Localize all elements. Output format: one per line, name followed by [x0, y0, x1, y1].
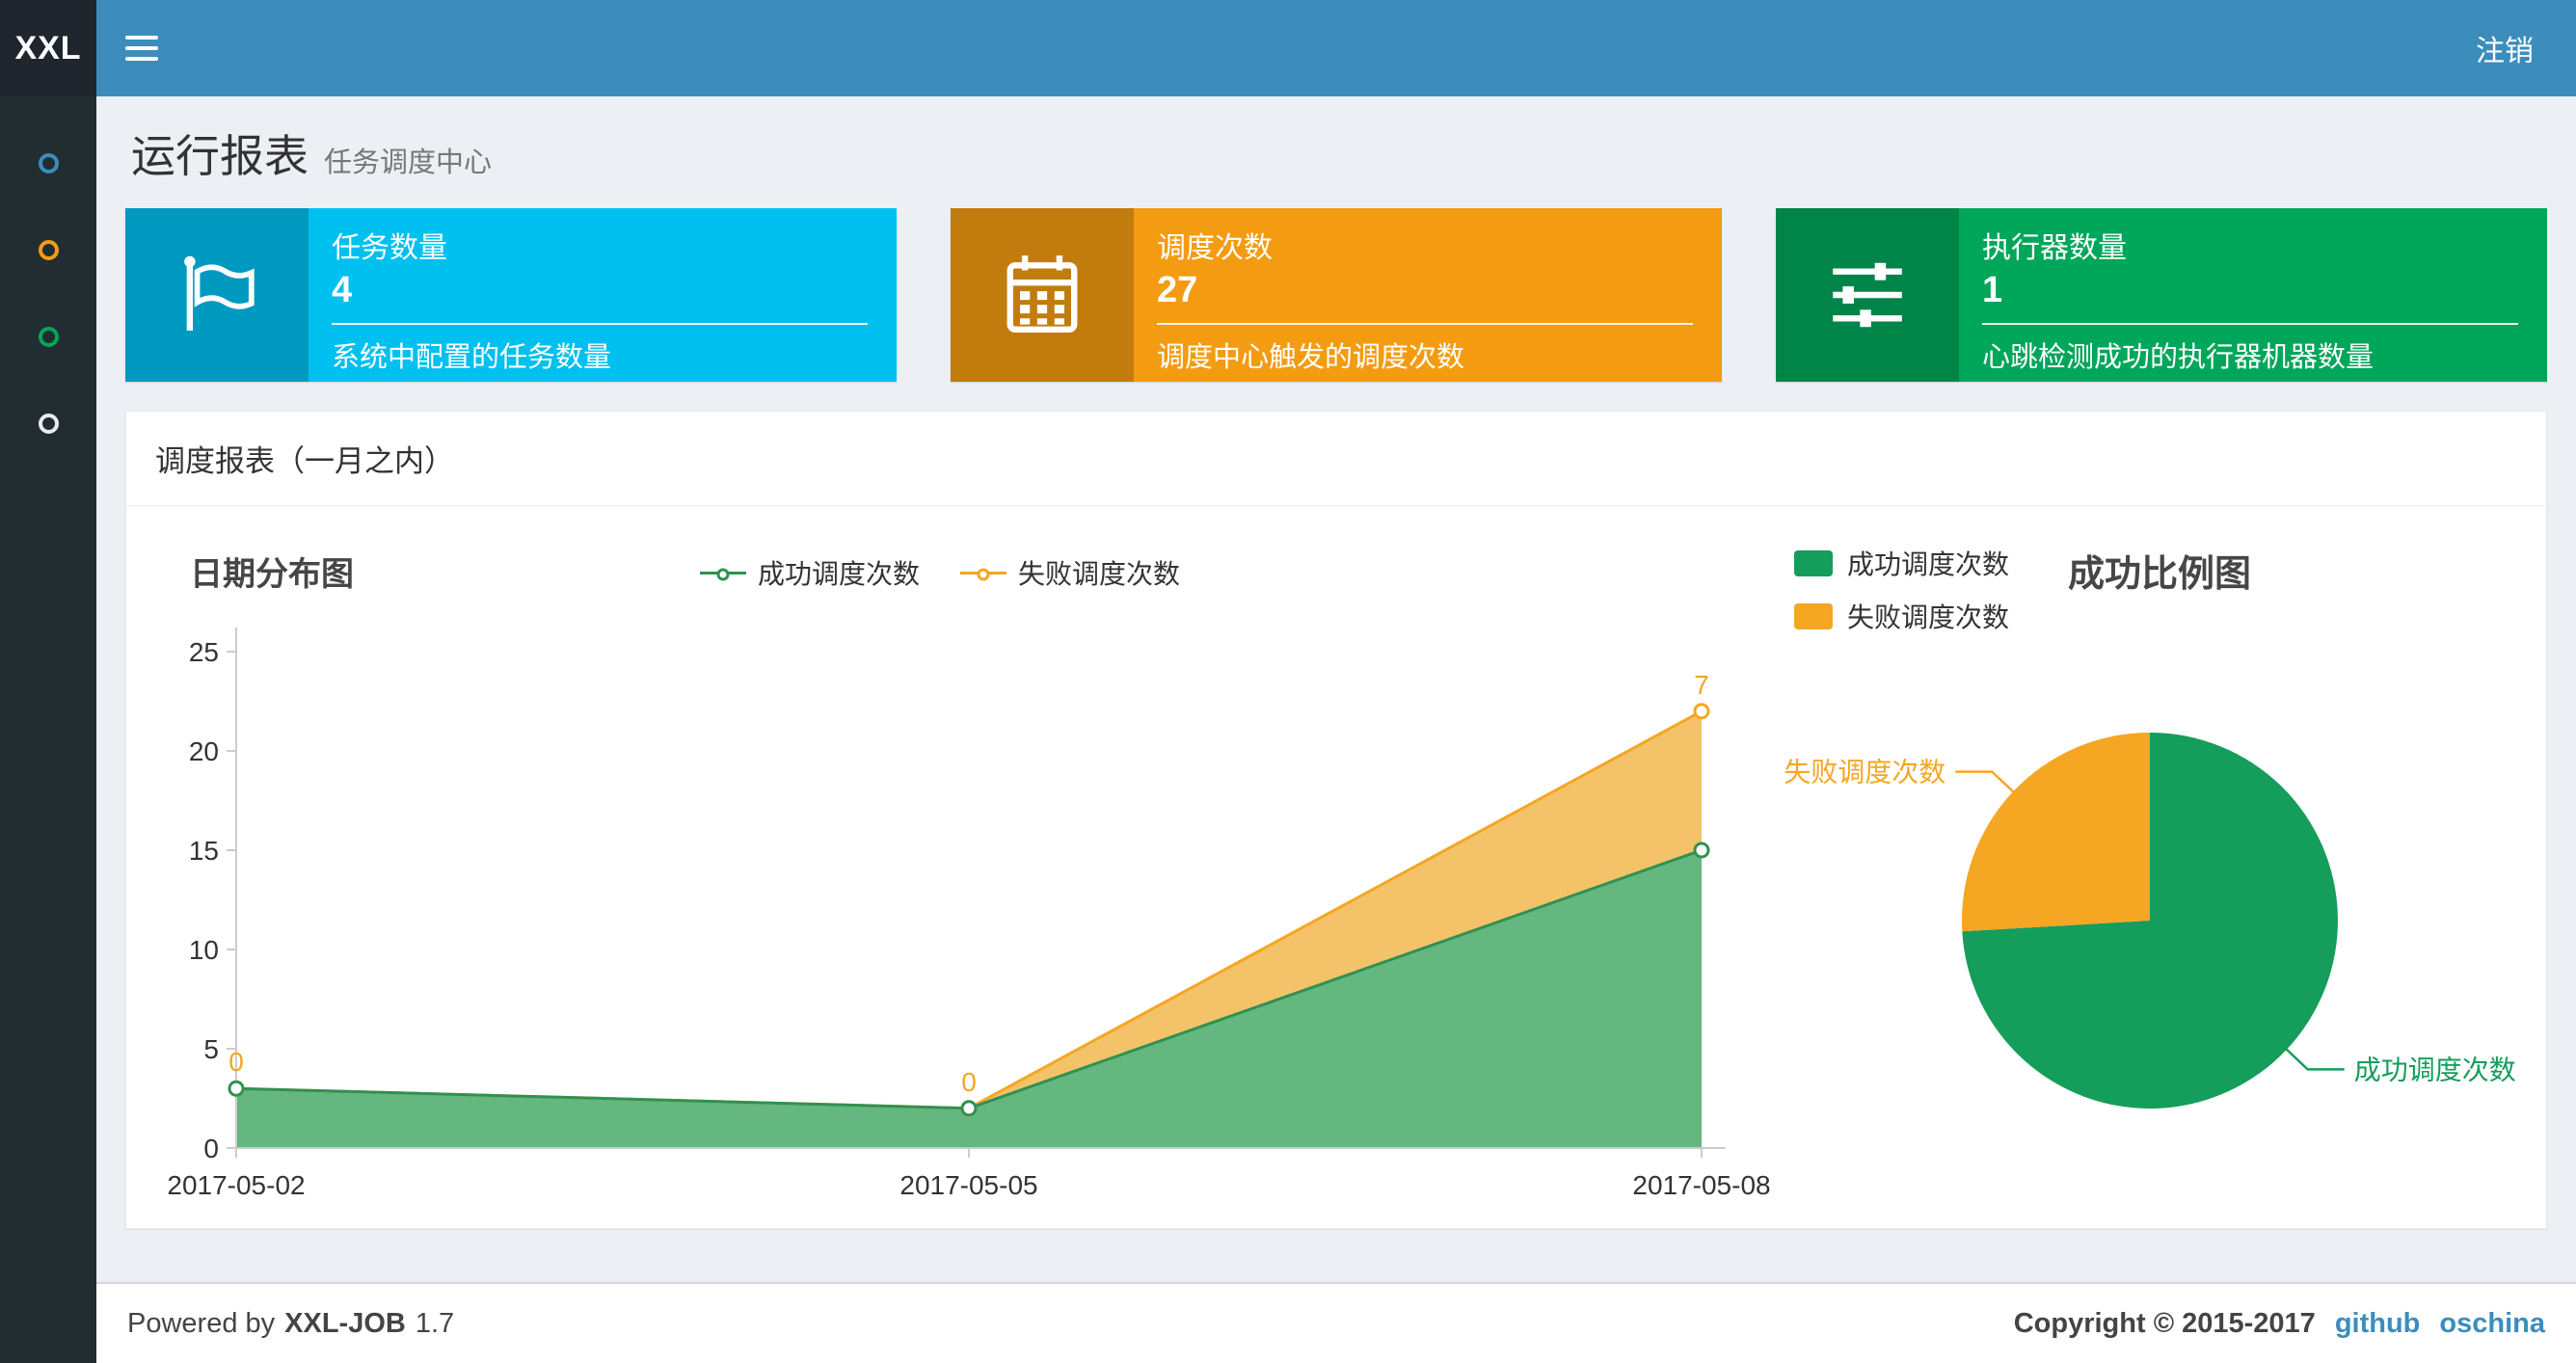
svg-text:0: 0	[203, 1134, 219, 1163]
info-box-description: 心跳检测成功的执行器机器数量	[1982, 342, 2375, 373]
line-chart: 05101520252017-05-02 2017-05-05 2017-05-08…	[167, 628, 1771, 1200]
divider	[1157, 323, 1693, 325]
app-logo[interactable]: XXL	[0, 0, 96, 96]
svg-text:失败调度次数: 失败调度次数	[1784, 758, 1945, 788]
sidebar-item-dispatch-log[interactable]	[0, 293, 96, 380]
info-box-content: 执行器数量 1 心跳检测成功的执行器机器数量	[1959, 208, 2547, 382]
svg-text:2017-05-05: 2017-05-05	[899, 1170, 1037, 1200]
version-text: 1.7	[415, 1307, 455, 1339]
svg-text:2017-05-02: 2017-05-02	[167, 1170, 305, 1200]
info-box-description: 调度中心触发的调度次数	[1157, 342, 1465, 373]
hamburger-icon	[125, 57, 158, 61]
summary-boxes: 任务数量 4 系统中配置的任务数量 调度次数 27 调度中心触发的调度次数 执行…	[125, 208, 2547, 382]
legend-item-fail[interactable]: 失败调度次数	[960, 553, 1180, 592]
sidebar-toggle-button[interactable]	[96, 0, 187, 96]
legend-label: 成功调度次数	[757, 559, 920, 589]
copyright-text: Copyright © 2015-2017	[2013, 1307, 2316, 1339]
divider	[332, 323, 868, 325]
line-chart-legend: 成功调度次数 失败调度次数	[699, 553, 1180, 592]
pie-chart-legend: 成功调度次数 失败调度次数	[1794, 544, 2009, 635]
circle-icon	[38, 152, 59, 174]
info-box-value: 27	[1157, 270, 1198, 310]
legend-label: 成功调度次数	[1847, 549, 2010, 579]
main-layout: 运行报表 任务调度中心 任务数量 4 系统中配置的任务数量 调度次数 27 调度…	[0, 96, 2576, 1363]
sidebar-item-run-report[interactable]	[0, 120, 96, 206]
circle-icon	[38, 413, 59, 434]
powered-by: Powered by XXL-JOB 1.7	[127, 1308, 454, 1340]
svg-text:10: 10	[189, 935, 219, 965]
line-marker-icon	[960, 568, 1006, 580]
pie-chart: 成功调度次数 失败调度次数	[1784, 733, 2516, 1109]
circle-icon	[38, 239, 59, 260]
info-box-job-count: 任务数量 4 系统中配置的任务数量	[125, 208, 897, 382]
info-box-content: 调度次数 27 调度中心触发的调度次数	[1134, 208, 1722, 382]
app-window: XXL 注销 运行报表 任务调度中心 任务数量 4 系统中配置的任务数量 调度次…	[0, 0, 2576, 1363]
calendar-icon	[951, 208, 1134, 382]
circle-icon	[38, 326, 59, 347]
sidebar-item-job-manage[interactable]	[0, 206, 96, 293]
github-link[interactable]: github	[2335, 1308, 2421, 1340]
svg-text:5: 5	[203, 1034, 219, 1064]
hamburger-icon	[125, 46, 158, 50]
svg-text:0: 0	[961, 1067, 977, 1097]
svg-text:25: 25	[189, 637, 219, 667]
footer: Powered by XXL-JOB 1.7 Copyright © 2015-…	[96, 1282, 2576, 1363]
hamburger-icon	[125, 36, 158, 40]
main-content: 运行报表 任务调度中心 任务数量 4 系统中配置的任务数量 调度次数 27 调度…	[96, 96, 2576, 1282]
oschina-link[interactable]: oschina	[2439, 1308, 2545, 1340]
info-box-description: 系统中配置的任务数量	[332, 342, 612, 373]
svg-text:成功调度次数: 成功调度次数	[2354, 1055, 2516, 1084]
logout-link[interactable]: 注销	[2433, 0, 2576, 96]
info-box-executor-count: 执行器数量 1 心跳检测成功的执行器机器数量	[1776, 208, 2547, 382]
copyright-links: Copyright © 2015-2017 github oschina	[2014, 1308, 2545, 1340]
info-box-value: 1	[1982, 270, 2003, 310]
svg-text:15: 15	[189, 836, 219, 866]
svg-text:20: 20	[189, 736, 219, 766]
top-navbar: XXL 注销	[0, 0, 2576, 96]
page-title: 运行报表	[131, 131, 309, 181]
info-box-label: 执行器数量	[1982, 232, 2127, 264]
svg-text:0: 0	[228, 1047, 244, 1077]
page-subtitle: 任务调度中心	[324, 147, 493, 178]
info-box-trigger-count: 调度次数 27 调度中心触发的调度次数	[951, 208, 1722, 382]
ring-icon	[716, 568, 730, 580]
sliders-icon	[1776, 208, 1959, 382]
page-header: 运行报表 任务调度中心	[131, 121, 2541, 185]
legend-swatch-icon	[1794, 602, 1833, 629]
legend-label: 失败调度次数	[1847, 602, 2010, 632]
line-chart-region: 日期分布图 成功调度次数 失败调度次数 0 5 10 15 20 25 2017…	[140, 521, 1770, 1209]
panel-title: 调度报表（一月之内）	[126, 412, 2546, 507]
legend-label: 失败调度次数	[1018, 559, 1181, 589]
pie-chart-region: 成功调度次数 失败调度次数 成功比例图 成功调度次数 失败调度次数	[1740, 521, 2538, 1209]
info-box-label: 调度次数	[1157, 232, 1273, 264]
sidebar	[0, 96, 96, 1363]
info-box-value: 4	[332, 270, 353, 310]
legend-item-success[interactable]: 成功调度次数	[699, 553, 920, 592]
legend-swatch-icon	[1794, 549, 1833, 576]
info-box-label: 任务数量	[332, 232, 447, 264]
brand-name: XXL-JOB	[284, 1307, 406, 1339]
content-area: 运行报表 任务调度中心 任务数量 4 系统中配置的任务数量 调度次数 27 调度…	[96, 96, 2576, 1363]
powered-by-text: Powered by	[127, 1307, 276, 1339]
legend-item-fail[interactable]: 失败调度次数	[1794, 597, 2009, 635]
flag-icon	[125, 208, 309, 382]
sidebar-item-help[interactable]	[0, 380, 96, 467]
line-marker-icon	[699, 568, 746, 580]
legend-item-success[interactable]: 成功调度次数	[1794, 544, 2009, 582]
pie-chart-title: 成功比例图	[2068, 554, 2252, 595]
divider	[1982, 323, 2518, 325]
panel-body: 日期分布图 成功调度次数 失败调度次数 0 5 10 15 20 25 2017…	[126, 507, 2546, 1228]
report-panel: 调度报表（一月之内） 日期分布图 成功调度次数 失败调度次数 0 5 10 15…	[125, 411, 2547, 1229]
info-box-content: 任务数量 4 系统中配置的任务数量	[309, 208, 897, 382]
ring-icon	[977, 568, 990, 580]
line-chart-title: 日期分布图	[190, 556, 354, 593]
svg-text:7: 7	[1694, 670, 1709, 700]
